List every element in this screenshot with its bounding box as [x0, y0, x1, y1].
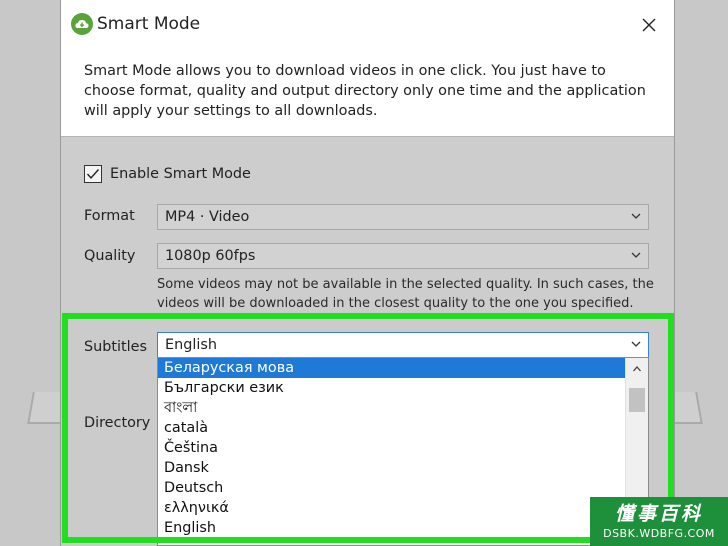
list-item[interactable]: Български език — [158, 378, 626, 398]
close-button[interactable] — [638, 14, 660, 36]
list-item[interactable]: ελληνικά — [158, 498, 626, 518]
quality-label: Quality — [84, 248, 136, 264]
watermark-url: DSBK.WDBFG.COM — [603, 527, 715, 540]
quality-select[interactable]: 1080p 60fps — [157, 243, 649, 269]
quality-note: Some videos may not be available in the … — [157, 277, 654, 311]
scroll-up-button[interactable] — [626, 358, 648, 380]
list-item[interactable]: català — [158, 418, 626, 438]
list-item[interactable]: Čeština — [158, 438, 626, 458]
smart-mode-dialog: Smart Mode Smart Mode allows you to down… — [60, 0, 675, 546]
dialog-title: Smart Mode — [97, 14, 201, 34]
format-label: Format — [84, 208, 135, 224]
subtitles-value: English — [165, 337, 217, 353]
watermark-chinese: 懂事百科 — [614, 503, 703, 525]
format-select[interactable]: MP4 · Video — [157, 204, 649, 230]
list-item[interactable]: Беларуская мова — [158, 358, 626, 378]
list-item[interactable]: English — [158, 518, 626, 538]
chevron-down-icon — [631, 341, 641, 347]
quality-value: 1080p 60fps — [165, 248, 256, 264]
description-text: Smart Mode allows you to download videos… — [84, 63, 646, 119]
enable-smart-mode-label: Enable Smart Mode — [110, 166, 251, 182]
list-item[interactable]: Deutsch — [158, 478, 626, 498]
description-area: Smart Mode allows you to download videos… — [61, 52, 674, 137]
subtitles-dropdown-list[interactable]: Беларуская мова Български език বাংলা cat… — [157, 357, 649, 546]
scroll-thumb[interactable] — [629, 388, 645, 412]
enable-smart-mode-checkbox[interactable] — [84, 165, 102, 183]
subtitles-select[interactable]: English — [157, 332, 649, 358]
title-bar: Smart Mode — [61, 0, 674, 52]
app-cloud-icon — [71, 13, 93, 35]
close-icon — [642, 18, 656, 32]
watermark: 懂事百科 DSBK.WDBFG.COM — [590, 497, 728, 546]
format-value: MP4 · Video — [165, 209, 250, 225]
list-item[interactable]: বাংলা — [158, 398, 626, 418]
directory-label: Directory — [84, 415, 151, 431]
checkmark-icon — [86, 169, 100, 180]
chevron-down-icon — [631, 252, 641, 258]
subtitles-label: Subtitles — [84, 339, 148, 355]
enable-smart-mode-row[interactable]: Enable Smart Mode — [84, 163, 251, 185]
list-item[interactable]: Dansk — [158, 458, 626, 478]
chevron-up-icon — [633, 366, 641, 372]
chevron-down-icon — [631, 213, 641, 219]
